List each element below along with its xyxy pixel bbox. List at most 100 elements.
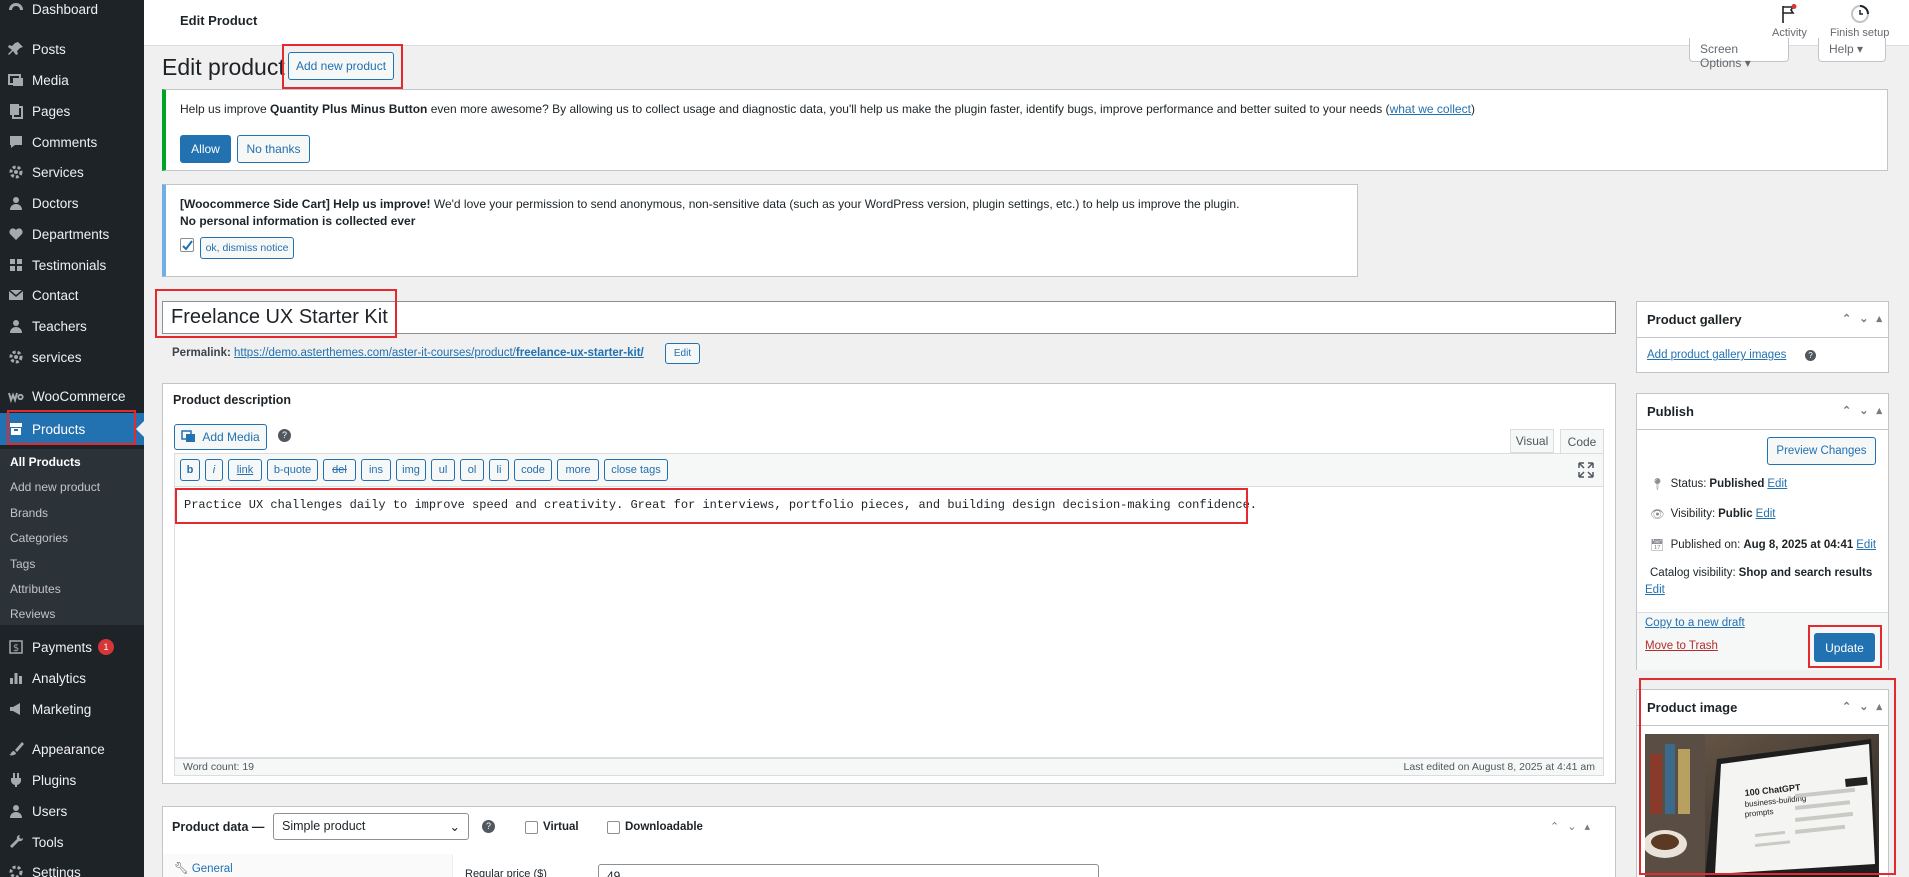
virtual-checkbox[interactable]: [525, 821, 538, 834]
menu-plugins[interactable]: Plugins: [0, 765, 144, 795]
notice-quantity-plugin: Help us improve Quantity Plus Minus Butt…: [162, 89, 1888, 171]
submenu-tags[interactable]: Tags: [10, 557, 35, 571]
qt-ol[interactable]: ol: [460, 459, 484, 481]
what-we-collect-link[interactable]: what we collect: [1390, 102, 1471, 116]
brush-icon: [6, 741, 26, 757]
media-add-icon: [181, 430, 196, 442]
wrench-icon: [6, 834, 26, 850]
dismiss-notice-button[interactable]: ok, dismiss notice: [200, 237, 294, 259]
submenu-reviews[interactable]: Reviews: [10, 607, 55, 621]
qt-ul[interactable]: ul: [431, 459, 455, 481]
menu-appearance[interactable]: Appearance: [0, 734, 144, 764]
help-tab[interactable]: Help ▾: [1818, 38, 1886, 62]
tab-code[interactable]: Code: [1560, 429, 1604, 454]
allow-button[interactable]: Allow: [180, 135, 231, 163]
finish-setup-button[interactable]: Finish setup: [1830, 4, 1889, 39]
products-submenu: All Products Add new product Brands Cate…: [0, 449, 144, 625]
qt-img[interactable]: img: [396, 459, 426, 481]
toggle-icon: ▴: [1876, 405, 1882, 417]
qt-del[interactable]: del: [323, 459, 356, 481]
product-data-label: Product data —: [172, 820, 265, 834]
visibility-edit-link[interactable]: Edit: [1756, 508, 1776, 520]
publish-arrows[interactable]: ⌃ ⌄ ▴: [1842, 404, 1882, 417]
move-to-trash-link[interactable]: Move to Trash: [1645, 640, 1718, 652]
submenu-brands[interactable]: Brands: [10, 506, 48, 520]
copy-draft-link[interactable]: Copy to a new draft: [1645, 617, 1745, 629]
preview-changes-button[interactable]: Preview Changes: [1767, 437, 1876, 465]
published-on-row: 📅︎ Published on: Aug 8, 2025 at 04:41 Edit: [1650, 539, 1877, 552]
highlight-description: [175, 488, 1248, 524]
consent-checkbox[interactable]: [180, 238, 194, 252]
help-icon[interactable]: ?: [482, 820, 495, 833]
submenu-add-new-product[interactable]: Add new product: [10, 480, 100, 494]
menu-woocommerce[interactable]: WooCommerce: [0, 381, 144, 411]
gallery-arrows[interactable]: ⌃ ⌄ ▴: [1842, 312, 1882, 325]
menu-services-lower[interactable]: services: [0, 342, 144, 372]
regular-price-input[interactable]: 49: [598, 864, 1099, 877]
add-gallery-images-link[interactable]: Add product gallery images: [1647, 349, 1786, 361]
menu-analytics[interactable]: Analytics: [0, 663, 144, 693]
fullscreen-icon[interactable]: [1578, 462, 1594, 481]
permalink-link[interactable]: https://demo.asterthemes.com/aster-it-co…: [234, 347, 644, 359]
tab-general[interactable]: 🔧︎ General: [174, 861, 233, 875]
downloadable-checkbox[interactable]: [607, 821, 620, 834]
qt-more[interactable]: more: [557, 459, 599, 481]
catalog-edit-link[interactable]: Edit: [1645, 584, 1665, 596]
tab-visual[interactable]: Visual: [1510, 429, 1554, 453]
menu-contact[interactable]: Contact: [0, 280, 144, 310]
menu-services[interactable]: Services: [0, 157, 144, 187]
chevron-up-icon: ⌃: [1550, 821, 1560, 833]
menu-media[interactable]: Media: [0, 65, 144, 95]
help-icon[interactable]: ?: [278, 429, 291, 442]
menu-users[interactable]: Users: [0, 796, 144, 826]
svg-text:$: $: [13, 643, 19, 654]
permalink-edit-button[interactable]: Edit: [665, 343, 700, 364]
menu-comments[interactable]: Comments: [0, 127, 144, 157]
product-type-select[interactable]: Simple product ⌄: [273, 813, 469, 840]
word-count: Word count: 19: [183, 761, 255, 773]
chevron-up-icon: ⌃: [1842, 313, 1852, 325]
menu-marketing[interactable]: Marketing: [0, 694, 144, 724]
qt-italic[interactable]: i: [205, 459, 223, 481]
menu-teachers[interactable]: Teachers: [0, 311, 144, 341]
gallery-header: Product gallery ⌃ ⌄ ▴: [1637, 302, 1888, 338]
dollar-icon: $: [6, 639, 26, 655]
product-data-arrows[interactable]: ⌃ ⌄ ▴: [1550, 820, 1590, 833]
status-edit-link[interactable]: Edit: [1767, 478, 1787, 490]
menu-tools[interactable]: Tools: [0, 827, 144, 857]
notice1-text: Help us improve Quantity Plus Minus Butt…: [180, 102, 1475, 116]
menu-pages[interactable]: Pages: [0, 96, 144, 126]
submenu-categories[interactable]: Categories: [10, 531, 68, 545]
menu-dashboard[interactable]: Dashboard: [0, 0, 144, 24]
menu-posts[interactable]: Posts: [0, 34, 144, 64]
heart-icon: [6, 226, 26, 242]
menu-departments[interactable]: Departments: [0, 219, 144, 249]
qt-ins[interactable]: ins: [361, 459, 391, 481]
no-thanks-button[interactable]: No thanks: [237, 135, 310, 163]
menu-settings[interactable]: Settings: [0, 857, 144, 877]
qt-bold[interactable]: b: [180, 459, 200, 481]
qt-code[interactable]: code: [514, 459, 552, 481]
chevron-down-icon: ⌄: [1859, 405, 1869, 417]
regular-price-label: Regular price ($): [465, 868, 547, 877]
chevron-down-icon: ⌄: [449, 820, 460, 834]
date-edit-link[interactable]: Edit: [1856, 539, 1876, 551]
menu-doctors[interactable]: Doctors: [0, 188, 144, 218]
menu-testimonials[interactable]: Testimonials: [0, 250, 144, 280]
submenu-all-products[interactable]: All Products: [10, 455, 81, 469]
permalink-row: Permalink: https://demo.asterthemes.com/…: [172, 347, 644, 359]
help-icon[interactable]: ?: [1805, 350, 1816, 361]
screen-options-tab[interactable]: Screen Options ▾: [1689, 38, 1789, 70]
woo-header-bar: Edit Product Activity Finish setup: [144, 0, 1909, 46]
menu-payments[interactable]: $ Payments 1: [0, 632, 144, 662]
active-indicator: [136, 421, 144, 437]
add-media-button[interactable]: Add Media: [174, 424, 267, 450]
submenu-attributes[interactable]: Attributes: [10, 582, 61, 596]
qt-bquote[interactable]: b-quote: [267, 459, 318, 481]
description-textarea[interactable]: [174, 487, 1604, 758]
comment-icon: [6, 134, 26, 150]
qt-li[interactable]: li: [489, 459, 509, 481]
qt-close-tags[interactable]: close tags: [604, 459, 668, 481]
activity-button[interactable]: Activity: [1772, 4, 1807, 39]
qt-link[interactable]: link: [228, 459, 262, 481]
